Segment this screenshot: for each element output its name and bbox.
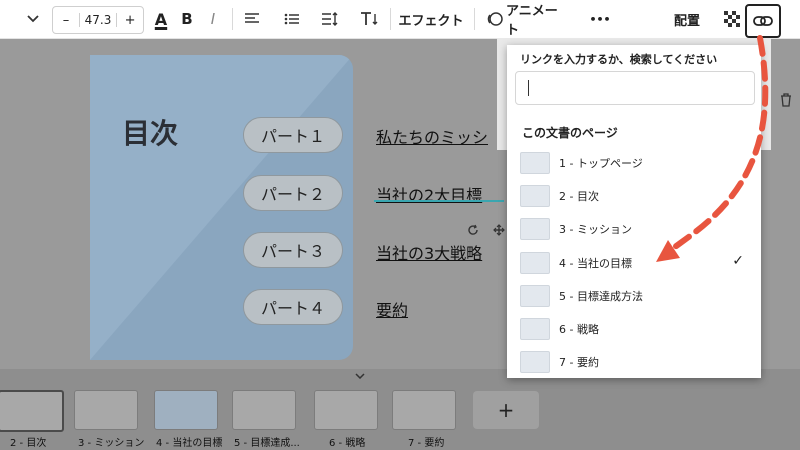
page-option-thumbnail bbox=[520, 152, 550, 174]
page-option-thumbnail bbox=[520, 318, 550, 340]
toolbar-divider bbox=[390, 8, 391, 30]
toc-link-goals[interactable]: 当社の2大目標 bbox=[376, 182, 482, 206]
chevron-down-icon[interactable] bbox=[22, 0, 44, 38]
font-size-decrease-button[interactable]: – bbox=[53, 13, 79, 28]
thumbnail-label: 2 - 目次 bbox=[10, 438, 47, 449]
page-option-thumbnail bbox=[520, 351, 550, 373]
chevron-down-icon[interactable] bbox=[350, 369, 370, 383]
effect-button[interactable]: エフェクト bbox=[398, 0, 464, 38]
text-color-icon[interactable]: A bbox=[150, 0, 172, 38]
thumbnail-label: 3 - ミッション bbox=[78, 438, 145, 449]
toc-link-strategy[interactable]: 当社の3大戦略 bbox=[376, 240, 482, 264]
pill-part-3[interactable]: パート３ bbox=[243, 232, 343, 268]
text-caret bbox=[528, 80, 529, 96]
toolbar-divider bbox=[232, 8, 233, 30]
toc-link-mission[interactable]: 私たちのミッシ bbox=[376, 124, 488, 148]
page-option-4[interactable]: 4 - 当社の目標 ✓ bbox=[520, 251, 754, 275]
list-icon[interactable] bbox=[280, 0, 304, 38]
transparency-icon[interactable] bbox=[722, 0, 742, 38]
trash-icon[interactable] bbox=[776, 88, 796, 112]
page-option-5[interactable]: 5 - 目標達成方法 bbox=[520, 284, 754, 308]
italic-icon[interactable]: I bbox=[203, 0, 223, 38]
page-thumbnail-4[interactable] bbox=[154, 390, 218, 430]
page-thumbnail-2[interactable] bbox=[0, 390, 64, 432]
page-option-thumbnail bbox=[520, 252, 550, 274]
bold-icon[interactable]: B bbox=[177, 0, 197, 38]
page-thumbnail-7[interactable] bbox=[392, 390, 456, 430]
align-left-icon[interactable] bbox=[240, 0, 264, 38]
animate-icon[interactable] bbox=[484, 0, 506, 38]
pill-part-4[interactable]: パート４ bbox=[243, 289, 343, 325]
editor-toolbar: – 47.3 + A B I エフェクト アニメート ••• 配置 bbox=[0, 0, 800, 39]
page-option-label: 7 - 要約 bbox=[559, 356, 599, 369]
page-option-label: 3 - ミッション bbox=[559, 223, 632, 236]
document-pages-heading: この文書のページ bbox=[522, 126, 618, 140]
toolbar-divider bbox=[474, 8, 475, 30]
page-thumbnail-3[interactable] bbox=[74, 390, 138, 430]
page-thumbnail-6[interactable] bbox=[314, 390, 378, 430]
page-option-6[interactable]: 6 - 戦略 bbox=[520, 317, 754, 341]
arrange-button[interactable]: 配置 bbox=[668, 0, 706, 38]
font-size-input[interactable]: 47.3 bbox=[78, 13, 118, 27]
slide-title: 目次 bbox=[122, 117, 179, 150]
page-option-label: 2 - 目次 bbox=[559, 190, 599, 203]
page-option-3[interactable]: 3 - ミッション bbox=[520, 217, 754, 241]
text-direction-icon[interactable] bbox=[356, 0, 382, 38]
thumbnail-label: 4 - 当社の目標 bbox=[156, 438, 223, 449]
page-option-thumbnail bbox=[520, 285, 550, 307]
page-option-thumbnail bbox=[520, 218, 550, 240]
page-option-label: 6 - 戦略 bbox=[559, 323, 599, 336]
page-thumbnail-5[interactable] bbox=[232, 390, 296, 430]
check-icon: ✓ bbox=[732, 253, 744, 269]
thumbnail-label: 6 - 戦略 bbox=[329, 438, 366, 449]
link-search-input[interactable] bbox=[515, 71, 755, 105]
pill-part-1[interactable]: パート１ bbox=[243, 117, 343, 153]
pill-part-2[interactable]: パート２ bbox=[243, 175, 343, 211]
thumbnail-label: 5 - 目標達成... bbox=[234, 438, 300, 449]
page-option-2[interactable]: 2 - 目次 bbox=[520, 184, 754, 208]
page-option-thumbnail bbox=[520, 185, 550, 207]
link-popover: リンクを入力するか、検索してください この文書のページ 1 - トップページ 2… bbox=[507, 45, 761, 378]
page-option-label: 1 - トップページ bbox=[559, 157, 643, 170]
selection-underline bbox=[374, 200, 504, 202]
toc-link-summary[interactable]: 要約 bbox=[376, 297, 408, 321]
link-prompt-label: リンクを入力するか、検索してください bbox=[520, 53, 718, 66]
page-option-1[interactable]: 1 - トップページ bbox=[520, 151, 754, 175]
font-size-stepper[interactable]: – 47.3 + bbox=[52, 6, 144, 34]
more-icon[interactable]: ••• bbox=[586, 0, 614, 38]
thumbnail-label: 7 - 要約 bbox=[408, 438, 445, 449]
rotate-icon[interactable] bbox=[466, 222, 480, 238]
page-option-label: 5 - 目標達成方法 bbox=[559, 290, 643, 303]
page-option-7[interactable]: 7 - 要約 bbox=[520, 350, 754, 374]
line-spacing-icon[interactable] bbox=[318, 0, 342, 38]
font-size-increase-button[interactable]: + bbox=[117, 13, 143, 28]
add-page-button[interactable]: + bbox=[473, 391, 539, 429]
link-icon[interactable] bbox=[745, 4, 781, 38]
animate-button[interactable]: アニメート bbox=[506, 0, 568, 38]
move-icon[interactable] bbox=[492, 222, 506, 238]
page-option-label: 4 - 当社の目標 bbox=[559, 257, 632, 270]
